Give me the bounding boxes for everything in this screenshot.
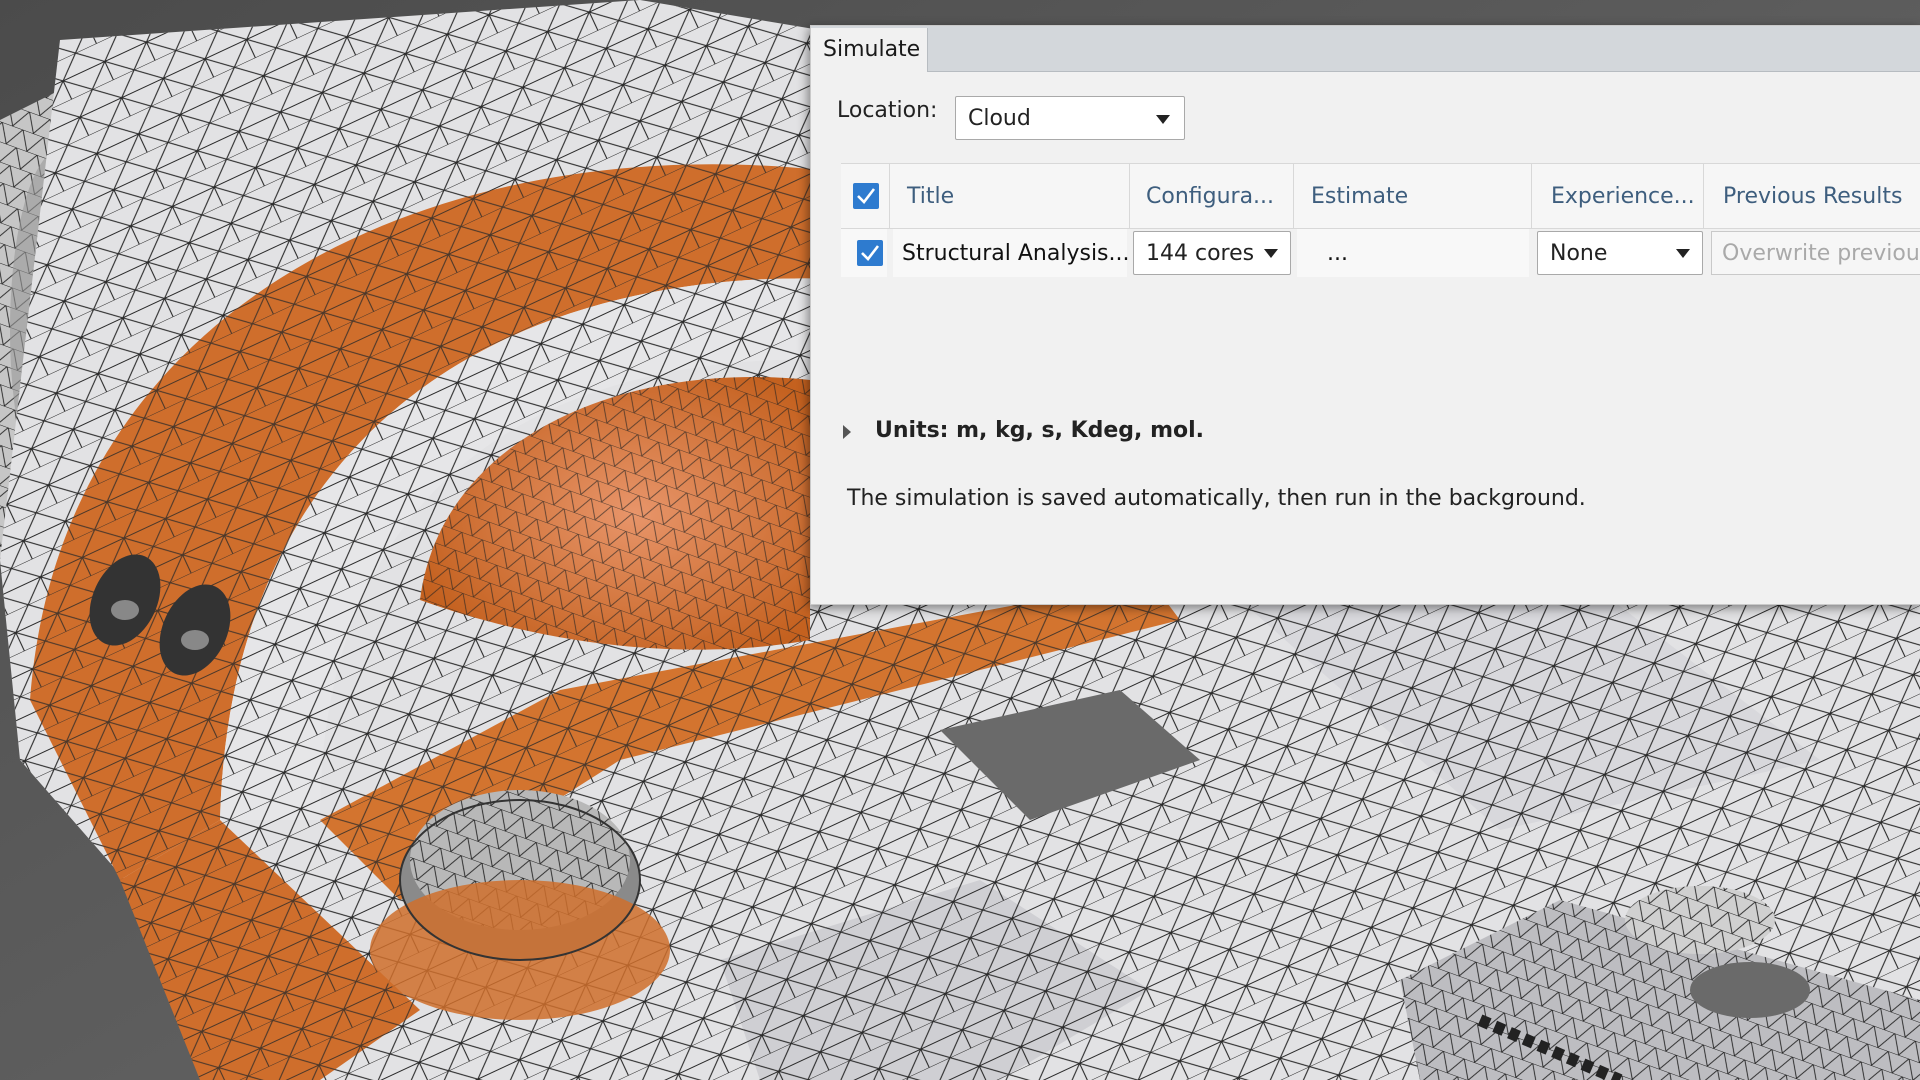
checkmark-icon xyxy=(857,188,876,204)
previous-results-placeholder: Overwrite previous xyxy=(1722,241,1920,266)
row-checkbox[interactable] xyxy=(857,240,883,266)
configuration-dropdown[interactable]: 144 cores xyxy=(1133,231,1291,275)
table-row[interactable]: Structural Analysis... 144 cores ... Non… xyxy=(841,229,1920,281)
row-estimate: ... xyxy=(1327,241,1348,266)
experience-dropdown[interactable]: None xyxy=(1537,231,1703,275)
column-header-experience[interactable]: Experience... xyxy=(1551,184,1695,209)
info-message: The simulation is saved automatically, t… xyxy=(847,486,1586,511)
chevron-down-icon xyxy=(1264,249,1278,258)
experience-value: None xyxy=(1550,241,1608,266)
column-header-title[interactable]: Title xyxy=(907,184,954,209)
row-title[interactable]: Structural Analysis... xyxy=(902,241,1130,266)
location-label: Location: xyxy=(837,98,938,123)
expand-arrow-icon xyxy=(843,425,851,439)
table-header: Title Configura... Estimate Experience..… xyxy=(841,163,1920,229)
checkmark-icon xyxy=(861,245,880,261)
column-header-estimate[interactable]: Estimate xyxy=(1311,184,1408,209)
chevron-down-icon xyxy=(1156,115,1170,124)
column-header-previous-results[interactable]: Previous Results xyxy=(1723,184,1902,209)
location-value: Cloud xyxy=(968,106,1031,131)
tab-simulate[interactable]: Simulate xyxy=(811,28,928,72)
chevron-down-icon xyxy=(1676,249,1690,258)
select-all-checkbox[interactable] xyxy=(853,183,879,209)
simulate-dialog: Simulate Location: Cloud Title Configura… xyxy=(810,25,1920,605)
previous-results-field[interactable]: Overwrite previous xyxy=(1711,231,1920,275)
configuration-value: 144 cores xyxy=(1146,241,1255,266)
units-label: Units: m, kg, s, Kdeg, mol. xyxy=(875,418,1205,443)
column-header-configuration[interactable]: Configura... xyxy=(1146,184,1274,209)
dialog-tab-bar: Simulate xyxy=(811,26,1920,72)
location-dropdown[interactable]: Cloud xyxy=(955,96,1185,140)
